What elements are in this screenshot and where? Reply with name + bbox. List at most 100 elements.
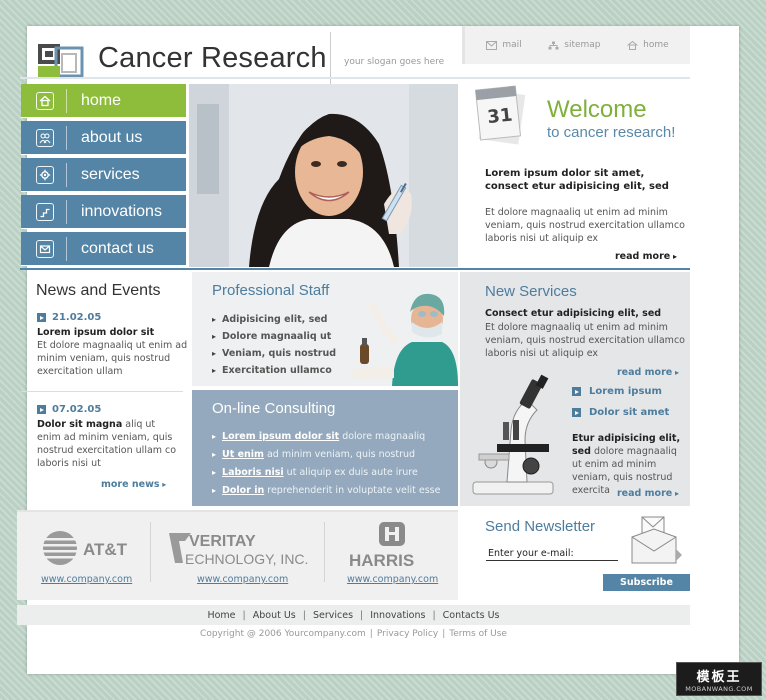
watermark-logo: 模板王 MOBANWANG.COM [676,662,762,696]
footer-link-contacts-us[interactable]: Contacts Us [443,610,500,621]
consulting-list: Lorem ipsum dolor sit dolore magnaaliq U… [212,428,458,500]
news-date: 21.02.05 [37,312,197,323]
partner-url-link[interactable]: www.company.com [197,574,288,585]
services-link[interactable]: Dolor sit amet [572,407,669,418]
nav-separator [66,125,67,150]
nav-item-label: innovations [81,202,162,220]
nav-item-label: about us [81,128,143,146]
site-title: Cancer Research [98,42,327,74]
gear-icon [36,165,54,184]
consulting-link[interactable]: Ut enim [222,449,264,460]
arrow-bullet-icon [572,408,581,417]
nav-item-label: contact us [81,239,154,257]
top-link-label: sitemap [564,40,601,50]
news-headline[interactable]: Lorem ipsum dolor sit [37,327,154,338]
services-text: Et dolore magnaaliq ut enim ad minim ven… [485,322,685,359]
svg-text:HARRIS: HARRIS [349,551,414,570]
services-link[interactable]: Lorem ipsum [572,386,662,397]
microscope-image [472,374,554,495]
footer-nav: Home | About Us | Services | Innovations | C… [17,605,690,625]
welcome-title: Welcome [547,96,647,123]
section-divider [20,268,690,270]
footer-link-about-us[interactable]: About Us [253,610,296,621]
welcome-lead: Lorem ipsum dolor sit amet, consect etur… [485,168,669,192]
subscribe-button[interactable]: Subscribe [603,574,690,591]
logo-icon[interactable] [36,42,86,80]
nav-separator [66,88,67,113]
people-icon [36,128,54,147]
svg-text:31: 31 [486,105,513,129]
top-link-label: home [643,40,669,50]
services-read-more-link[interactable]: read more [617,488,679,499]
svg-text:AT&T: AT&T [83,540,128,559]
staff-list-item[interactable]: Exercitation ullamco [212,362,336,379]
envelope-icon [486,40,498,50]
arrow-bullet-icon [37,405,46,414]
copyright: Copyright @ 2006 Yourcompany.com | Privacy… [200,629,507,639]
consulting-link[interactable]: Dolor in [222,485,264,496]
top-link-sitemap[interactable]: sitemap [548,40,601,50]
nav-separator [66,199,67,224]
consulting-item: Ut enim ad minim veniam, quis nostrud [212,446,458,464]
staff-list-item[interactable]: Dolore magnaaliq ut [212,328,336,345]
staff-title[interactable]: Professional Staff [212,282,329,299]
header-divider [20,77,690,79]
nav-item-about-us[interactable]: about us [21,121,186,155]
footer-link-home[interactable]: Home [207,610,235,621]
staff-list-item[interactable]: Adipisicing elit, sed [212,311,336,328]
more-news-link[interactable]: more news [101,479,166,490]
nav-item-services[interactable]: services [21,158,186,192]
consulting-item: Laboris nisi ut aliquip ex duis aute iru… [212,464,458,482]
home-icon [627,40,638,50]
news-headline[interactable]: Dolor sit magna [37,419,122,430]
nav-item-innovations[interactable]: innovations [21,195,186,229]
nav-separator [66,236,67,261]
stairs-icon [36,202,54,221]
nav-item-label: services [81,165,140,183]
news-text: Et dolore magnaaliq ut enim ad minim ven… [37,340,188,377]
consulting-item: Lorem ipsum dolor sit dolore magnaaliq [212,428,458,446]
staff-list-item[interactable]: Veniam, quis nostrud [212,345,336,362]
top-link-home[interactable]: home [627,40,669,50]
top-link-label: mail [502,40,522,50]
envelope-icon [631,516,682,564]
footer-link-innovations[interactable]: Innovations [370,610,425,621]
slogan: your slogan goes here [344,57,445,67]
watermark-bottom: MOBANWANG.COM [685,684,753,693]
copyright-text: Copyright @ 2006 Yourcompany.com [200,629,366,639]
nav-item-home[interactable]: home [21,84,186,118]
welcome-subtitle: to cancer research! [547,124,676,141]
news-title: News and Events [36,282,161,299]
surgeon-photo-illustration [342,274,458,386]
email-field[interactable] [486,547,618,561]
partner-separator [324,522,325,582]
footer-link-services[interactable]: Services [313,610,353,621]
news-item: 21.02.05 Lorem ipsum dolor sit Et dolore … [37,312,197,378]
nav-item-contact-us[interactable]: contact us [21,232,186,266]
partner-url-link[interactable]: www.company.com [41,574,132,585]
svg-text:VERITAY: VERITAY [189,533,256,550]
services-read-more-link[interactable]: read more [617,367,679,378]
top-link-mail[interactable]: mail [486,40,522,50]
consulting-link[interactable]: Laboris nisi [222,467,284,478]
newsletter-title: Send Newsletter [485,518,596,535]
consulting-link[interactable]: Lorem ipsum dolor sit [222,431,339,442]
staff-list: Adipisicing elit, sed Dolore magnaaliq u… [212,311,336,379]
att-logo[interactable]: AT&T [40,527,130,569]
doctor-photo-illustration [189,84,458,267]
harris-logo[interactable]: HARRIS [343,520,441,570]
top-links-bar: mail sitemap home [462,26,690,64]
consulting-title[interactable]: On-line Consulting [212,400,335,417]
veritay-logo[interactable]: VERITAY ECHNOLOGY, INC. [165,527,315,569]
partner-separator [150,522,151,582]
news-body: Dolor sit magna aliq ut enim ad minim ven… [37,419,177,469]
privacy-policy-link[interactable]: Privacy Policy [377,629,438,639]
terms-of-use-link[interactable]: Terms of Use [449,629,507,639]
welcome-read-more-link[interactable]: read more [615,251,677,262]
news-separator [21,391,183,392]
envelope-icon [36,239,54,258]
partner-url-link[interactable]: www.company.com [347,574,438,585]
arrow-bullet-icon [572,387,581,396]
news-date: 07.02.05 [37,404,197,415]
services-lead: Consect etur adipisicing elit, sed [485,308,662,319]
